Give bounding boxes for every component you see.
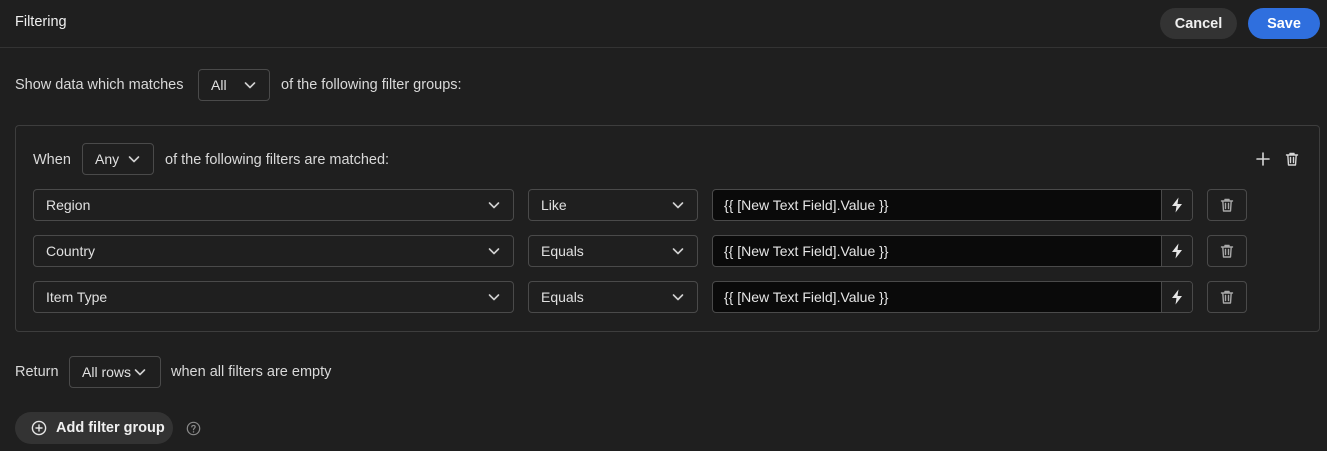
- match-prefix-label: Show data which matches: [15, 77, 184, 93]
- plus-icon[interactable]: [1254, 150, 1272, 168]
- header-bar: Filtering Cancel Save: [0, 0, 1327, 48]
- save-button[interactable]: Save: [1248, 8, 1320, 39]
- filter-operator-value: Equals: [541, 243, 584, 259]
- filter-value-text[interactable]: {{ [New Text Field].Value }}: [713, 282, 1161, 312]
- when-label: When: [33, 152, 71, 168]
- filter-operator-select[interactable]: Equals: [528, 281, 698, 313]
- filter-operator-value: Equals: [541, 289, 584, 305]
- chevron-down-icon: [488, 248, 500, 255]
- add-filter-group-button[interactable]: Add filter group: [15, 412, 173, 444]
- match-mode-value: All: [211, 77, 227, 93]
- chevron-down-icon: [672, 248, 684, 255]
- return-rows-value: All rows: [82, 364, 132, 380]
- plus-circle-icon: [31, 420, 47, 436]
- filter-field-value: Region: [46, 197, 91, 213]
- chevron-down-icon: [488, 202, 500, 209]
- match-suffix-label: of the following filter groups:: [281, 77, 462, 93]
- filter-field-select[interactable]: Item Type: [33, 281, 514, 313]
- match-mode-select[interactable]: All: [198, 69, 270, 101]
- filter-operator-value: Like: [541, 197, 567, 213]
- page-title: Filtering: [15, 14, 67, 30]
- help-circle-icon[interactable]: [185, 420, 201, 436]
- lightning-icon[interactable]: [1161, 282, 1192, 312]
- filter-value-input[interactable]: {{ [New Text Field].Value }}: [712, 281, 1193, 313]
- group-mode-select[interactable]: Any: [82, 143, 154, 175]
- return-label: Return: [15, 364, 59, 380]
- chevron-down-icon: [134, 369, 146, 376]
- filter-value-input[interactable]: {{ [New Text Field].Value }}: [712, 235, 1193, 267]
- chevron-down-icon: [672, 294, 684, 301]
- add-filter-group-label: Add filter group: [56, 420, 165, 436]
- delete-filter-button[interactable]: [1207, 281, 1247, 313]
- trash-icon: [1220, 198, 1234, 212]
- filter-field-select[interactable]: Country: [33, 235, 514, 267]
- trash-icon: [1220, 290, 1234, 304]
- filter-operator-select[interactable]: Like: [528, 189, 698, 221]
- chevron-down-icon: [128, 156, 140, 163]
- filter-operator-select[interactable]: Equals: [528, 235, 698, 267]
- filter-field-select[interactable]: Region: [33, 189, 514, 221]
- return-rows-select[interactable]: All rows: [69, 356, 161, 388]
- filter-value-text[interactable]: {{ [New Text Field].Value }}: [713, 236, 1161, 266]
- filter-value-text[interactable]: {{ [New Text Field].Value }}: [713, 190, 1161, 220]
- lightning-icon[interactable]: [1161, 190, 1192, 220]
- group-mode-value: Any: [95, 151, 120, 167]
- filter-value-input[interactable]: {{ [New Text Field].Value }}: [712, 189, 1193, 221]
- group-suffix-label: of the following filters are matched:: [165, 152, 390, 168]
- filter-field-value: Country: [46, 243, 96, 259]
- trash-icon: [1220, 244, 1234, 258]
- chevron-down-icon: [672, 202, 684, 209]
- trash-icon[interactable]: [1283, 150, 1301, 168]
- delete-filter-button[interactable]: [1207, 189, 1247, 221]
- filter-field-value: Item Type: [46, 289, 108, 305]
- chevron-down-icon: [488, 294, 500, 301]
- delete-filter-button[interactable]: [1207, 235, 1247, 267]
- cancel-button[interactable]: Cancel: [1160, 8, 1237, 39]
- lightning-icon[interactable]: [1161, 236, 1192, 266]
- chevron-down-icon: [244, 82, 256, 89]
- return-suffix-label: when all filters are empty: [171, 364, 332, 380]
